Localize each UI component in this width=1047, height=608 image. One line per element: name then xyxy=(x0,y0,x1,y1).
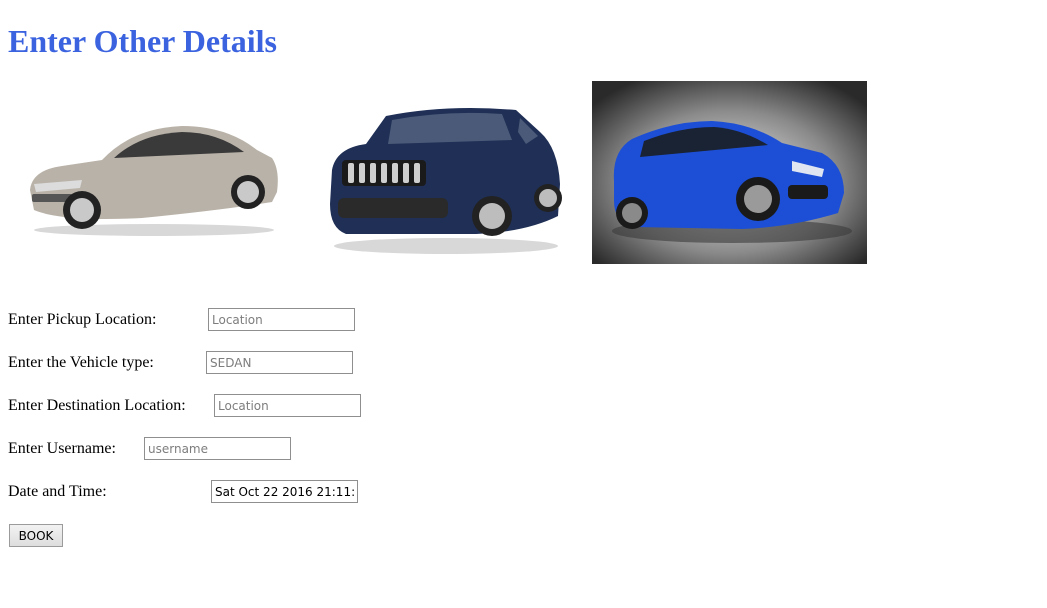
pickup-location-label: Enter Pickup Location: xyxy=(8,311,157,328)
suv-car-image xyxy=(330,108,562,254)
book-button[interactable]: BOOK xyxy=(9,524,63,547)
hatchback-car-image xyxy=(592,81,867,264)
pickup-location-input[interactable] xyxy=(208,308,355,331)
username-input[interactable] xyxy=(144,437,291,460)
date-time-input[interactable] xyxy=(211,480,358,503)
sedan-car-image xyxy=(30,126,278,236)
booking-page: Enter Other Details Enter Pickup Locatio… xyxy=(0,0,1047,608)
date-time-label: Date and Time: xyxy=(8,483,107,500)
destination-location-label: Enter Destination Location: xyxy=(8,397,186,414)
destination-location-input[interactable] xyxy=(214,394,361,417)
vehicle-type-input[interactable] xyxy=(206,351,353,374)
username-label: Enter Username: xyxy=(8,440,116,457)
page-title: Enter Other Details xyxy=(8,23,277,59)
vehicle-type-label: Enter the Vehicle type: xyxy=(8,354,154,371)
